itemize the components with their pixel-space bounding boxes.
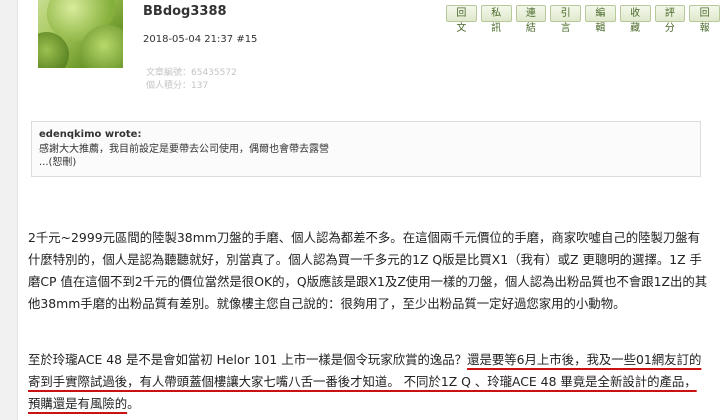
paragraph-text: 至於玲瓏ACE 48 是不是會如當初 Helor 101 上市一樣是個令玩家欣賞… [28, 352, 468, 367]
post-meta: 2018-05-04 21:37 #15 [143, 34, 257, 45]
reply-button[interactable]: 回文 [446, 5, 477, 34]
quote-text: 感謝大大推薦，我目前設定是要帶去公司使用，偶爾也會帶去露營 [39, 144, 329, 155]
edit-button[interactable]: 編輯 [585, 5, 616, 34]
user-stats: 文章編號：65435572 個人積分：137 [146, 67, 237, 93]
bookmark-button[interactable]: 收藏 [619, 5, 651, 34]
article-id: 文章編號：65435572 [146, 68, 237, 78]
message-button[interactable]: 私訊 [480, 5, 512, 34]
username[interactable]: BBdog3388 [143, 4, 227, 19]
post-paragraph: 2千元~2999元區間的陸製38mm刀盤的手磨、個人認為都差不多。在這個兩千元價… [28, 230, 708, 311]
avatar[interactable] [38, 0, 123, 68]
post-paragraph: 至於玲瓏ACE 48 是不是會如當初 Helor 101 上市一樣是個令玩家欣賞… [28, 349, 708, 415]
quote-box: edenqkimo wrote: 感謝大大推薦，我目前設定是要帶去公司使用，偶爾… [31, 121, 701, 177]
quote-button[interactable]: 引言 [550, 5, 581, 34]
post-toolbar: 回文 私訊 連結 引言 編輯 收藏 評分 回報 [446, 5, 720, 34]
post-floor[interactable]: #15 [236, 34, 257, 45]
quote-author: edenqkimo wrote: [39, 129, 142, 140]
left-sidebar-strip [0, 0, 18, 420]
paragraph-text: 。 [127, 396, 140, 411]
post-datetime: 2018-05-04 21:37 [143, 34, 234, 45]
user-points: 個人積分：137 [146, 81, 209, 91]
report-button[interactable]: 回報 [689, 5, 720, 34]
link-button[interactable]: 連結 [515, 5, 547, 34]
rate-button[interactable]: 評分 [654, 5, 686, 34]
quote-snip: ...(恕刪) [39, 157, 77, 168]
